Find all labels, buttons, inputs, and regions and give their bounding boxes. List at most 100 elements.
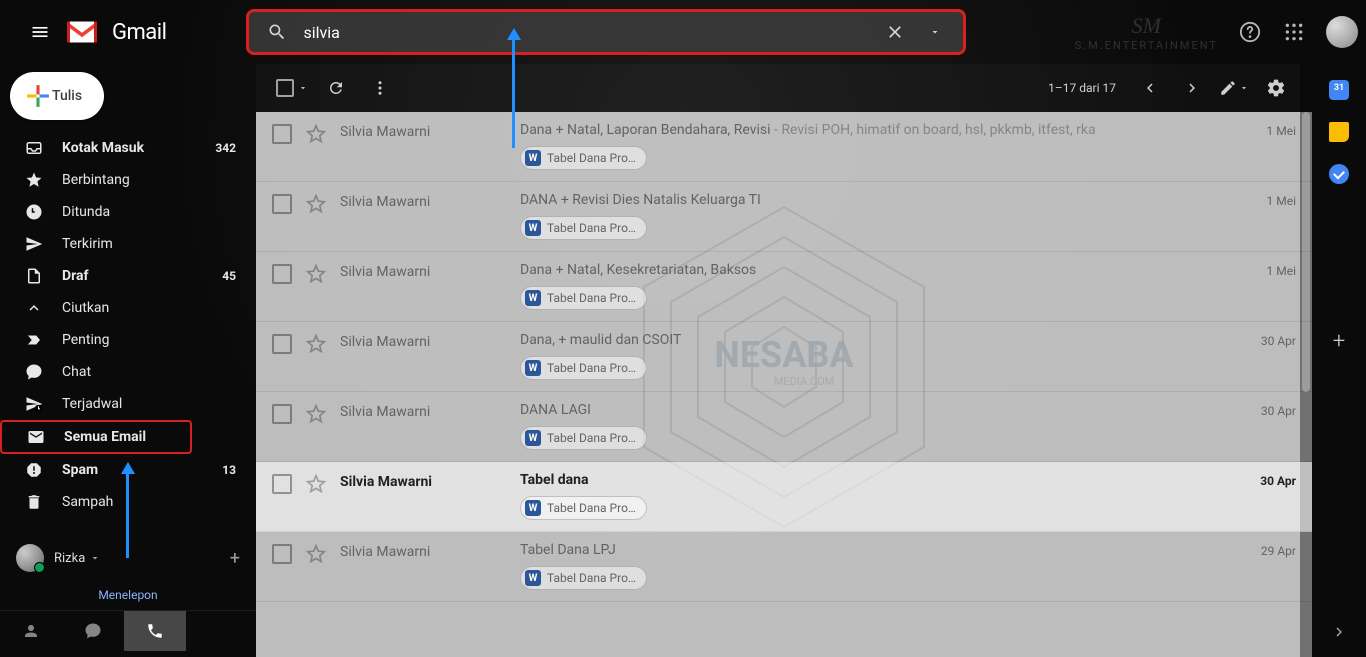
hamburger-icon	[30, 22, 50, 42]
settings-button[interactable]	[1256, 68, 1296, 108]
sidebar-item-allmail[interactable]: Semua Email	[0, 420, 192, 454]
sidebar-item-spam[interactable]: Spam13	[0, 454, 248, 486]
email-content: Dana + Natal, Laporan Bendahara, Revisi …	[520, 122, 1236, 170]
send-icon	[24, 234, 44, 254]
sidebar-item-trash[interactable]: Sampah	[0, 486, 248, 518]
apps-button[interactable]	[1274, 12, 1314, 52]
email-row[interactable]: Silvia MawarniDana, + maulid dan CSOITWT…	[256, 322, 1312, 392]
support-button[interactable]	[1230, 12, 1270, 52]
row-star[interactable]	[306, 124, 326, 144]
gear-icon	[1266, 78, 1286, 98]
search-input[interactable]	[297, 23, 875, 42]
important-icon	[24, 330, 44, 350]
input-tools-button[interactable]	[1214, 68, 1254, 108]
attachment-chip[interactable]: WTabel Dana Pro…	[520, 356, 647, 380]
main-menu-button[interactable]	[16, 8, 64, 56]
sender-name: Silvia Mawarni	[340, 542, 520, 560]
new-conversation-button[interactable]: +	[230, 548, 240, 569]
row-checkbox[interactable]	[272, 194, 292, 214]
email-row[interactable]: Silvia MawarniTabel Dana LPJWTabel Dana …	[256, 532, 1312, 602]
email-row[interactable]: Silvia MawarniDANA LAGIWTabel Dana Pro…3…	[256, 392, 1312, 462]
header-right: SM S.M.ENTERTAINMENT	[1075, 12, 1358, 52]
word-doc-icon: W	[525, 290, 541, 306]
sidebar-item-label: Draf	[62, 268, 222, 284]
email-list[interactable]: NESABA MEDIA.COM Silvia MawarniDana + Na…	[256, 112, 1312, 657]
person-icon	[22, 622, 40, 640]
email-content: DANA LAGIWTabel Dana Pro…	[520, 402, 1236, 450]
row-checkbox[interactable]	[272, 264, 292, 284]
main-panel: 1–17 dari 17	[256, 64, 1312, 657]
get-addons-button[interactable]: +	[1333, 329, 1345, 354]
email-date: 29 Apr	[1236, 542, 1296, 558]
row-checkbox[interactable]	[272, 474, 292, 494]
select-all-checkbox[interactable]	[272, 68, 312, 108]
email-row[interactable]: Silvia MawarniDana + Natal, Kesekretaria…	[256, 252, 1312, 322]
sidebar-item-label: Semua Email	[64, 429, 178, 445]
email-date: 1 Mei	[1236, 192, 1296, 208]
email-row[interactable]: Silvia MawarniTabel danaWTabel Dana Pro……	[256, 462, 1312, 532]
email-date: 30 Apr	[1236, 402, 1296, 418]
attachment-chip[interactable]: WTabel Dana Pro…	[520, 496, 647, 520]
attachment-chip[interactable]: WTabel Dana Pro…	[520, 146, 647, 170]
sidebar-item-label: Berbintang	[62, 172, 236, 188]
search-button[interactable]	[257, 12, 297, 52]
clear-search-button[interactable]	[875, 12, 915, 52]
prev-page-button[interactable]	[1130, 68, 1170, 108]
row-checkbox[interactable]	[272, 404, 292, 424]
gmail-logo[interactable]: Gmail	[64, 18, 166, 46]
contacts-tab[interactable]	[0, 611, 62, 651]
calling-link[interactable]: Menelepon	[0, 580, 256, 610]
sidebar-item-send[interactable]: Terkirim	[0, 228, 248, 260]
caret-down-icon	[1239, 83, 1249, 93]
sidebar-item-star[interactable]: Berbintang	[0, 164, 248, 196]
sidebar-item-important[interactable]: Penting	[0, 324, 248, 356]
attachment-chip[interactable]: WTabel Dana Pro…	[520, 216, 647, 240]
email-date: 30 Apr	[1236, 332, 1296, 348]
row-star[interactable]	[306, 544, 326, 564]
keep-addon[interactable]	[1329, 122, 1349, 142]
attachment-name: Tabel Dana Pro…	[547, 361, 636, 375]
row-star[interactable]	[306, 334, 326, 354]
row-checkbox[interactable]	[272, 334, 292, 354]
compose-label: Tulis	[52, 88, 82, 104]
attachment-name: Tabel Dana Pro…	[547, 221, 636, 235]
sidebar-item-label: Penting	[62, 332, 236, 348]
attachment-chip[interactable]: WTabel Dana Pro…	[520, 566, 647, 590]
next-page-button[interactable]	[1172, 68, 1212, 108]
chevron-right-icon	[1330, 623, 1348, 641]
row-star[interactable]	[306, 194, 326, 214]
attachment-chip[interactable]: WTabel Dana Pro…	[520, 426, 647, 450]
refresh-button[interactable]	[316, 68, 356, 108]
phone-tab[interactable]	[124, 611, 186, 651]
gmail-envelope-icon	[64, 18, 100, 46]
sidebar-item-label: Kotak Masuk	[62, 140, 215, 156]
sidebar-item-schedule[interactable]: Terjadwal	[0, 388, 248, 420]
checkbox-icon	[276, 79, 294, 97]
attachment-chip[interactable]: WTabel Dana Pro…	[520, 286, 647, 310]
tasks-addon[interactable]	[1329, 164, 1349, 184]
hangouts-tab[interactable]	[62, 611, 124, 651]
compose-button[interactable]: Tulis	[10, 72, 104, 120]
sidebar-item-chat[interactable]: Chat	[0, 356, 248, 388]
sidebar-item-clock[interactable]: Ditunda	[0, 196, 248, 228]
row-checkbox[interactable]	[272, 124, 292, 144]
sidebar-item-collapse[interactable]: Ciutkan	[0, 292, 248, 324]
phone-icon	[146, 622, 164, 640]
email-row[interactable]: Silvia MawarniDana + Natal, Laporan Bend…	[256, 112, 1312, 182]
search-icon	[267, 22, 287, 42]
account-avatar[interactable]	[1326, 16, 1358, 48]
sidebar-item-draft[interactable]: Draf45	[0, 260, 248, 292]
row-star[interactable]	[306, 474, 326, 494]
sidebar-item-inbox[interactable]: Kotak Masuk342	[0, 132, 248, 164]
email-row[interactable]: Silvia MawarniDANA + Revisi Dies Natalis…	[256, 182, 1312, 252]
hide-panel-button[interactable]	[1330, 623, 1348, 641]
hangouts-user[interactable]: Rizka +	[0, 536, 256, 580]
row-checkbox[interactable]	[272, 544, 292, 564]
calendar-addon[interactable]	[1329, 80, 1349, 100]
row-star[interactable]	[306, 264, 326, 284]
attachment-name: Tabel Dana Pro…	[547, 501, 636, 515]
search-options-button[interactable]	[915, 12, 955, 52]
caret-down-icon	[298, 83, 308, 93]
more-button[interactable]	[360, 68, 400, 108]
row-star[interactable]	[306, 404, 326, 424]
